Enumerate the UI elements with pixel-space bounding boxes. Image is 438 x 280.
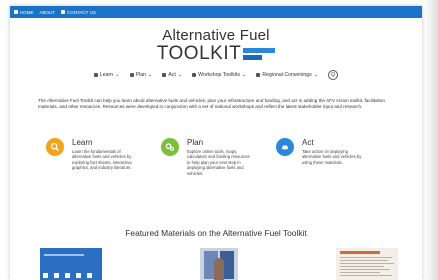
feature-learn-desc: Learn the fundamentals of alternative fu… [72,149,132,171]
feature-learn-title: Learn [72,138,93,147]
features-row: Learn Learn the fundamentals of alternat… [46,138,386,176]
chevron-down-icon: ⌄ [177,72,183,78]
logo-bars-icon [243,48,276,60]
mail-icon [61,10,66,14]
nav-item-regional-convenings[interactable]: Regional Convenings ⌄ [256,72,318,78]
building-icon [192,73,197,77]
nav-label-regional: Regional Convenings [262,72,312,78]
gears-icon [161,138,179,156]
search-icon [93,73,98,77]
featured-thumbnails [40,248,398,280]
search-icon [46,138,64,156]
nav-label-learn: Learn [99,72,114,78]
chevron-down-icon: ⌄ [115,72,120,78]
nav-item-workshop-toolkits[interactable]: Workshop Toolkits ⌄ [192,72,246,78]
search-icon: Q [331,72,336,78]
nav-label-act: Act [168,72,176,78]
chevron-down-icon: ⌄ [147,72,153,78]
gears-icon [129,73,134,77]
browser-page: Home About Contact Us Alternative Fuel T… [10,6,422,280]
chevron-down-icon: ⌄ [242,72,247,78]
logo-line-2: TOOLKIT [156,43,242,64]
feature-plan-desc: Explore online tools, maps, calculators … [187,149,250,176]
topbar-contact-link[interactable]: Contact Us [61,10,96,15]
search-button[interactable]: Q [328,70,339,80]
nav-item-plan[interactable]: Plan ⌄ [129,72,153,78]
site-logo[interactable]: Alternative Fuel TOOLKIT [10,27,422,65]
page-shadow [424,0,438,280]
nav-label-plan: Plan [135,72,146,78]
people-icon [256,73,261,77]
featured-thumb-1[interactable] [40,248,102,280]
topbar-about-label: About [39,9,56,15]
feature-learn[interactable]: Learn Learn the fundamentals of alternat… [46,138,156,176]
top-bar: Home About Contact Us [10,6,422,18]
logo-line-1: Alternative Fuel [162,27,270,44]
intro-text: The Alternative Fuel Toolkit can help yo… [38,98,385,109]
feature-act[interactable]: Act Take action on deploying alternative… [276,138,386,176]
topbar-contact-label: Contact Us [67,9,96,15]
main-nav: Learn ⌄ Plan ⌄ Act ⌄ Workshop Toolkits ⌄… [10,70,422,80]
nav-label-workshop: Workshop Toolkits [198,72,241,78]
featured-heading: Featured Materials on the Alternative Fu… [125,228,307,238]
home-icon [14,10,18,14]
topbar-home-label: Home [20,9,34,15]
feature-plan[interactable]: Plan Explore online tools, maps, calcula… [161,138,271,176]
featured-thumb-2[interactable] [200,248,238,280]
car-icon [162,73,167,77]
topbar-about-link[interactable]: About [40,10,56,15]
topbar-home-link[interactable]: Home [14,10,34,15]
car-icon [276,138,294,156]
chevron-down-icon: ⌄ [313,72,319,78]
featured-thumb-3[interactable] [336,248,398,280]
feature-plan-title: Plan [187,138,204,147]
nav-item-learn[interactable]: Learn ⌄ [93,72,120,78]
feature-act-title: Act [302,138,314,147]
nav-item-act[interactable]: Act ⌄ [162,72,182,78]
feature-act-desc: Take action on deploying alternative fue… [302,149,362,165]
